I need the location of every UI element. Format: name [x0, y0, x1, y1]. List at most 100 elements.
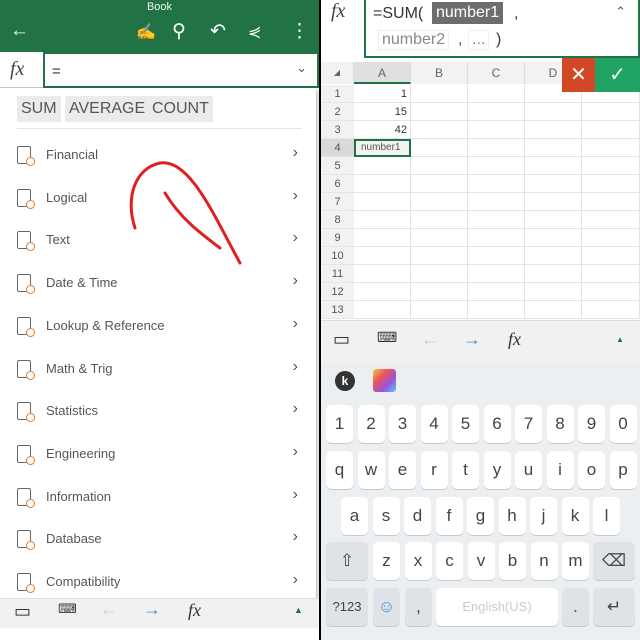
- cell-D8[interactable]: [525, 211, 582, 229]
- cell-A9[interactable]: [354, 229, 411, 247]
- period-key[interactable]: .: [562, 588, 589, 626]
- cancel-button[interactable]: ✕: [562, 58, 595, 92]
- row-header-3[interactable]: 3: [321, 121, 354, 139]
- more-vertical-icon[interactable]: ⋮: [290, 20, 309, 43]
- key-8[interactable]: 8: [546, 405, 574, 443]
- chevron-up-icon[interactable]: ⌃: [615, 4, 626, 20]
- left-arrow-icon[interactable]: ←: [421, 329, 439, 350]
- column-header-A[interactable]: A: [354, 62, 411, 84]
- key-6[interactable]: 6: [483, 405, 511, 443]
- row-header-12[interactable]: 12: [321, 283, 354, 301]
- cell-C5[interactable]: [468, 157, 525, 175]
- cell-B10[interactable]: [411, 247, 468, 265]
- symbols-key[interactable]: ?123: [326, 588, 368, 626]
- cell-E5[interactable]: [582, 157, 640, 175]
- key-i[interactable]: i: [546, 451, 574, 489]
- cell-B5[interactable]: [411, 157, 468, 175]
- keyboard-icon[interactable]: ⌨: [58, 601, 77, 617]
- argument-number2[interactable]: number2: [378, 30, 450, 50]
- keyboard-icon[interactable]: ⌨: [377, 329, 397, 346]
- fx-icon[interactable]: fx: [508, 329, 521, 350]
- category-statistics[interactable]: Statistics ›: [0, 390, 316, 432]
- key-5[interactable]: 5: [452, 405, 479, 443]
- key-x[interactable]: x: [404, 542, 432, 580]
- row-header-1[interactable]: 1: [321, 85, 354, 103]
- key-g[interactable]: g: [467, 497, 494, 535]
- share-icon[interactable]: ⋞: [248, 22, 261, 42]
- cell-A13[interactable]: [354, 301, 411, 319]
- back-arrow-icon[interactable]: ←: [10, 20, 29, 42]
- cell-E7[interactable]: [582, 193, 640, 211]
- row-header-2[interactable]: 2: [321, 103, 354, 121]
- fx-icon[interactable]: fx: [331, 0, 345, 23]
- key-3[interactable]: 3: [389, 405, 416, 443]
- cell-D12[interactable]: [525, 283, 582, 301]
- cell-D7[interactable]: [525, 193, 582, 211]
- row-header-8[interactable]: 8: [321, 211, 354, 229]
- key-j[interactable]: j: [530, 497, 557, 535]
- cell-C7[interactable]: [468, 193, 525, 211]
- key-y[interactable]: y: [483, 451, 511, 489]
- sheet-view-icon[interactable]: ▭: [14, 601, 31, 622]
- cell-B12[interactable]: [411, 283, 468, 301]
- cell-D4[interactable]: [525, 139, 582, 157]
- fx-icon[interactable]: fx: [10, 58, 24, 81]
- argument-ellipsis[interactable]: ...: [468, 30, 490, 50]
- key-l[interactable]: l: [593, 497, 620, 535]
- row-header-9[interactable]: 9: [321, 229, 354, 247]
- left-arrow-icon[interactable]: ←: [100, 599, 118, 620]
- search-icon[interactable]: ⚲: [172, 20, 186, 43]
- kika-logo-icon[interactable]: k: [335, 371, 355, 391]
- key-z[interactable]: z: [373, 542, 400, 580]
- key-v[interactable]: v: [467, 542, 495, 580]
- right-arrow-icon[interactable]: →: [143, 599, 161, 620]
- emoji-key[interactable]: ☺: [373, 588, 400, 626]
- cell-A11[interactable]: [354, 265, 411, 283]
- cell-D6[interactable]: [525, 175, 582, 193]
- cell-B3[interactable]: [411, 121, 468, 139]
- category-lookup[interactable]: Lookup & Reference ›: [0, 305, 316, 347]
- formula-input[interactable]: = ⌄: [43, 52, 319, 88]
- key-k[interactable]: k: [561, 497, 589, 535]
- sheet-view-icon[interactable]: ▭: [333, 329, 350, 350]
- key-n[interactable]: n: [530, 542, 558, 580]
- cell-E13[interactable]: [582, 301, 640, 319]
- cell-B6[interactable]: [411, 175, 468, 193]
- comma-key[interactable]: ,: [405, 588, 432, 626]
- cell-B9[interactable]: [411, 229, 468, 247]
- sum-shortcut[interactable]: SUM: [17, 96, 61, 122]
- key-o[interactable]: o: [578, 451, 605, 489]
- cell-B1[interactable]: [411, 85, 468, 103]
- key-u[interactable]: u: [515, 451, 542, 489]
- cell-D10[interactable]: [525, 247, 582, 265]
- cell-B11[interactable]: [411, 265, 468, 283]
- category-math-trig[interactable]: Math & Trig ›: [0, 348, 316, 390]
- undo-icon[interactable]: ↶: [210, 20, 226, 43]
- row-header-6[interactable]: 6: [321, 175, 354, 193]
- enter-key[interactable]: ↵: [593, 588, 635, 626]
- row-header-4[interactable]: 4: [321, 139, 354, 157]
- key-c[interactable]: c: [436, 542, 463, 580]
- key-r[interactable]: r: [420, 451, 448, 489]
- select-all-corner[interactable]: ◢: [321, 62, 354, 84]
- cell-B13[interactable]: [411, 301, 468, 319]
- cell-E10[interactable]: [582, 247, 640, 265]
- key-1[interactable]: 1: [326, 405, 353, 443]
- cell-C6[interactable]: [468, 175, 525, 193]
- cell-B8[interactable]: [411, 211, 468, 229]
- cell-B7[interactable]: [411, 193, 468, 211]
- cell-E4[interactable]: [582, 139, 640, 157]
- cell-D13[interactable]: [525, 301, 582, 319]
- cell-A7[interactable]: [354, 193, 411, 211]
- key-h[interactable]: h: [498, 497, 526, 535]
- row-header-7[interactable]: 7: [321, 193, 354, 211]
- column-header-B[interactable]: B: [411, 62, 468, 84]
- cell-C13[interactable]: [468, 301, 525, 319]
- key-f[interactable]: f: [435, 497, 463, 535]
- row-header-11[interactable]: 11: [321, 265, 354, 283]
- cell-C10[interactable]: [468, 247, 525, 265]
- key-7[interactable]: 7: [515, 405, 542, 443]
- key-q[interactable]: q: [326, 451, 353, 489]
- cell-C1[interactable]: [468, 85, 525, 103]
- cell-C9[interactable]: [468, 229, 525, 247]
